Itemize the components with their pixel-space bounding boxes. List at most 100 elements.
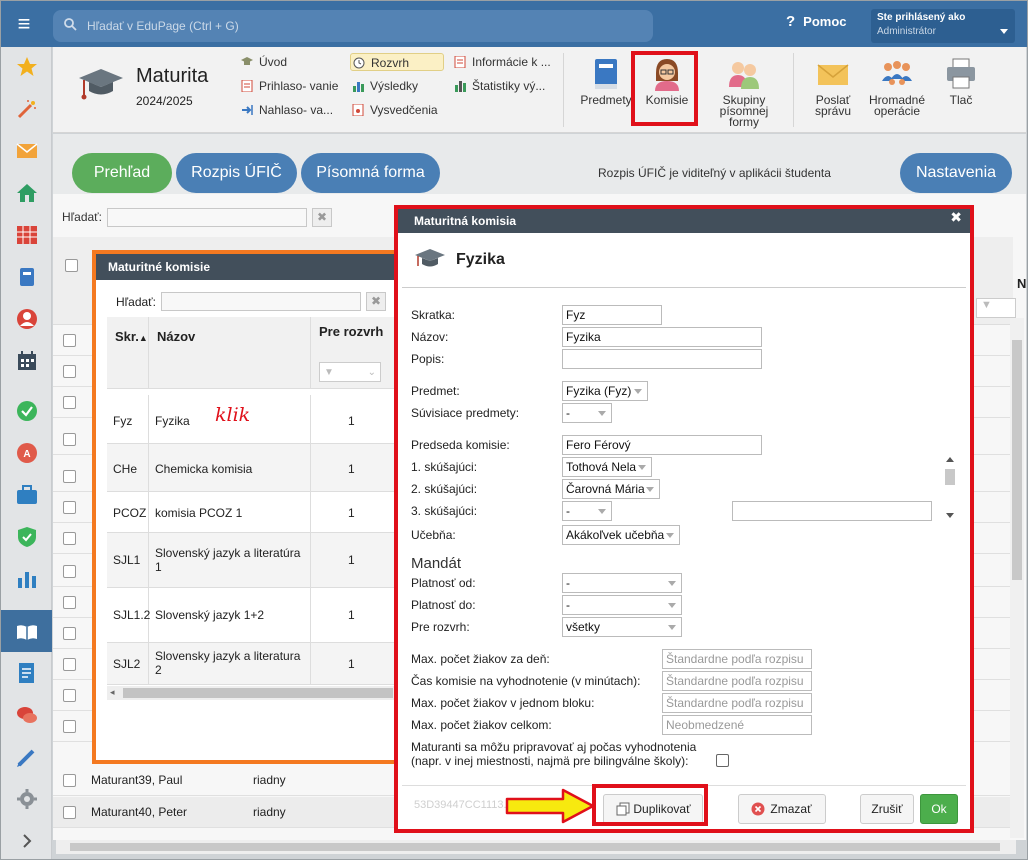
grade-icon[interactable]: A	[16, 442, 38, 464]
skusajuci-3-extra-input[interactable]	[732, 501, 932, 521]
pen-icon[interactable]	[16, 746, 38, 768]
nav-nahlasovanie[interactable]: Nahlaso- va...	[239, 101, 333, 119]
panel-search-input[interactable]	[161, 292, 361, 311]
skusajuci-3-select[interactable]: -	[562, 501, 612, 521]
header-pre-rozvrh[interactable]: Pre rozvrh ▼ ⌄	[311, 317, 397, 389]
hamburger-menu-icon[interactable]: ≡	[11, 11, 37, 37]
skusajuci-2-select[interactable]: Čarovná Mária	[562, 479, 660, 499]
platnost-do-select[interactable]: -	[562, 595, 682, 615]
chevron-right-icon[interactable]	[16, 830, 38, 852]
skratka-input[interactable]: Fyz	[562, 305, 662, 325]
table-row[interactable]: PCOZ komisia PCOZ 1 1	[107, 492, 397, 533]
row-checkbox[interactable]	[63, 334, 76, 347]
scroll-thumb[interactable]	[123, 688, 393, 698]
book-icon[interactable]	[16, 266, 38, 288]
global-search[interactable]	[53, 10, 653, 42]
ucebna-select[interactable]: Akákoľvek učebňa	[562, 525, 680, 545]
row-checkbox[interactable]	[63, 365, 76, 378]
row-checkbox[interactable]	[63, 627, 76, 640]
table-row[interactable]: Fyz Fyzika 1	[107, 395, 397, 444]
poslat-spravu-button[interactable]: Poslať správu	[798, 57, 868, 117]
help-link[interactable]: ? Pomoc	[786, 13, 847, 30]
table-row[interactable]: SJL2 Slovensky jazyk a literatura 2 1	[107, 643, 397, 685]
tab-prehlad[interactable]: Prehľad	[72, 153, 172, 193]
delete-button[interactable]: Zmazať	[738, 794, 826, 824]
row-checkbox[interactable]	[63, 658, 76, 671]
user-icon[interactable]	[16, 308, 38, 330]
timetable-icon[interactable]	[16, 224, 38, 246]
user-menu[interactable]: Ste prihlásený ako Administrátor	[871, 9, 1015, 43]
panel-horizontal-scrollbar[interactable]: ◂	[107, 686, 397, 700]
row-checkbox[interactable]	[63, 396, 76, 409]
row-checkbox[interactable]	[63, 774, 76, 787]
search-input[interactable]	[87, 16, 637, 36]
calendar-icon[interactable]	[16, 350, 38, 372]
skusajuci-1-select[interactable]: Tothová Nela	[562, 457, 652, 477]
suvisiace-select[interactable]: -	[562, 403, 612, 423]
document-icon[interactable]	[16, 662, 38, 684]
row-checkbox[interactable]	[63, 720, 76, 733]
cancel-button[interactable]: Zrušiť	[860, 794, 914, 824]
nav-vysvedcenia[interactable]: Vysvedčenia	[350, 101, 438, 119]
nav-prihlasovanie[interactable]: Prihlaso- vanie	[239, 77, 338, 95]
open-book-icon[interactable]	[16, 621, 38, 643]
briefcase-icon[interactable]	[16, 484, 38, 506]
horizontal-scrollbar[interactable]	[56, 840, 1016, 854]
max-celkom-input[interactable]: Neobmedzené	[662, 715, 812, 735]
header-skr[interactable]: Skr.▲	[107, 317, 149, 389]
table-row[interactable]: SJL1.2 Slovenský jazyk 1+2 1	[107, 588, 397, 643]
star-icon[interactable]	[16, 56, 38, 78]
predmet-select[interactable]: Fyzika (Fyz)	[562, 381, 648, 401]
nav-informacie[interactable]: Informácie k ...	[452, 53, 551, 71]
pripravovat-checkbox[interactable]	[716, 754, 729, 767]
tab-rozpis-ufic[interactable]: Rozpis ÚFIČ	[176, 153, 297, 193]
row-checkbox[interactable]	[63, 689, 76, 702]
ok-button[interactable]: Ok	[920, 794, 958, 824]
home-icon[interactable]	[16, 182, 38, 204]
settings-button[interactable]: Nastavenia	[900, 153, 1012, 193]
filter-dropdown[interactable]: ▼ ⌄	[319, 362, 381, 382]
hromadne-operacie-button[interactable]: Hromadné operácie	[862, 57, 932, 117]
clear-search-icon[interactable]: ✖	[366, 292, 386, 311]
tlac-button[interactable]: Tlač	[926, 57, 996, 106]
select-all-checkbox[interactable]	[65, 259, 78, 272]
max-blok-input[interactable]: Štandardne podľa rozpisu	[662, 693, 812, 713]
close-icon[interactable]: ✖	[950, 209, 962, 226]
vertical-scrollbar[interactable]	[1010, 318, 1024, 838]
scroll-thumb[interactable]	[1012, 340, 1022, 580]
scroll-thumb[interactable]	[70, 843, 1000, 851]
skupiny-button[interactable]: Skupiny písomnej formy	[706, 57, 782, 128]
pre-rozvrh-select[interactable]: všetky	[562, 617, 682, 637]
page-search-input[interactable]	[107, 208, 307, 227]
gear-icon[interactable]	[16, 788, 38, 810]
checkmark-icon[interactable]	[16, 400, 38, 422]
row-checkbox[interactable]	[63, 565, 76, 578]
nazov-input[interactable]: Fyzika	[562, 327, 762, 347]
bar-chart-icon[interactable]	[16, 568, 38, 590]
clear-search-icon[interactable]: ✖	[312, 208, 332, 227]
scroll-up-icon[interactable]	[946, 457, 954, 462]
platnost-od-select[interactable]: -	[562, 573, 682, 593]
row-checkbox[interactable]	[63, 433, 76, 446]
nav-rozvrh[interactable]: Rozvrh	[350, 53, 444, 71]
row-checkbox[interactable]	[63, 596, 76, 609]
popis-input[interactable]	[562, 349, 762, 369]
shield-icon[interactable]	[16, 526, 38, 548]
predseda-input[interactable]: Fero Férový	[562, 435, 762, 455]
field-list-scrollbar[interactable]	[943, 457, 957, 519]
table-row[interactable]: SJL1 Slovenský jazyk a literatúra 1 1	[107, 533, 397, 588]
magic-wand-icon[interactable]	[16, 98, 38, 120]
scroll-thumb[interactable]	[945, 469, 955, 485]
nav-uvod[interactable]: Úvod	[239, 53, 287, 71]
nav-vysledky[interactable]: Výsledky	[350, 77, 418, 95]
scroll-left-icon[interactable]: ◂	[110, 687, 115, 698]
row-checkbox[interactable]	[63, 532, 76, 545]
tab-pisomna-forma[interactable]: Písomná forma	[301, 153, 440, 193]
row-checkbox[interactable]	[63, 806, 76, 819]
table-row[interactable]: CHe Chemicka komisia 1	[107, 444, 397, 492]
chat-icon[interactable]	[16, 704, 38, 726]
nav-statistiky[interactable]: Štatistiky vý...	[452, 77, 545, 95]
cas-input[interactable]: Štandardne podľa rozpisu	[662, 671, 812, 691]
row-checkbox[interactable]	[63, 501, 76, 514]
header-nazov[interactable]: Názov	[149, 317, 311, 389]
